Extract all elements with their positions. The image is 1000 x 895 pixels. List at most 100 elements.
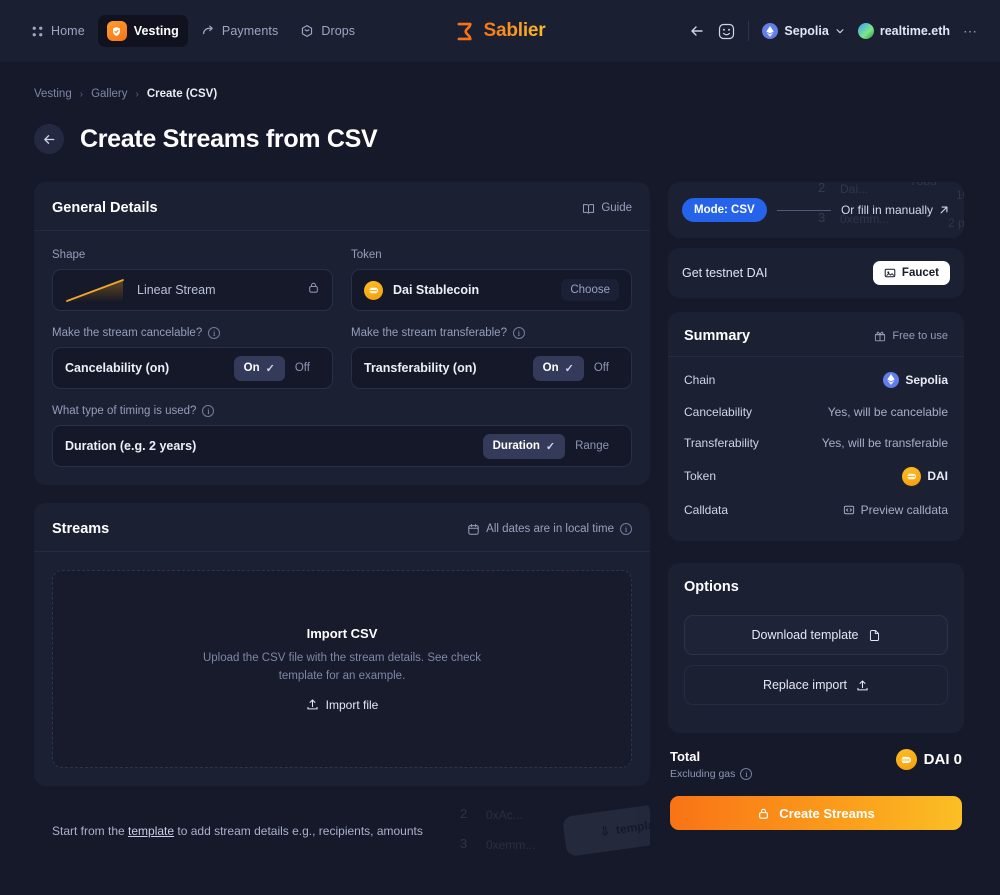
timing-option-range[interactable]: Range	[565, 434, 619, 458]
summary-row-chain: Chain Sepolia	[684, 363, 948, 396]
cancelable-option-off[interactable]: Off	[285, 356, 320, 380]
options-header: Options	[668, 563, 964, 607]
summary-key: Cancelability	[684, 405, 752, 419]
page-header: Create Streams from CSV	[34, 124, 966, 154]
watermark-row-text: 78bu	[910, 182, 937, 188]
smiley-square-icon[interactable]	[718, 23, 735, 40]
grid-icon	[31, 25, 44, 38]
transferable-input: Transferability (on) On ✓ Off	[351, 347, 632, 389]
summary-row-token: Token DAI	[684, 458, 948, 494]
brand-logo[interactable]: Sablier	[455, 20, 546, 42]
token-input[interactable]: Dai Stablecoin Choose	[351, 269, 632, 311]
faucet-label: Get testnet DAI	[682, 266, 767, 280]
import-file-label: Import file	[326, 698, 379, 712]
watermark-row-text: 0xemm...	[486, 838, 535, 852]
page-content: Vesting › Gallery › Create (CSV) Create …	[0, 62, 1000, 862]
breadcrumb-item-vesting[interactable]: Vesting	[34, 88, 72, 100]
summary-row-cancelability: Cancelability Yes, will be cancelable	[684, 396, 948, 427]
info-icon[interactable]: i	[202, 405, 214, 417]
linear-shape-preview-icon	[65, 277, 127, 303]
cancelable-label: Make the stream cancelable? i	[52, 327, 333, 339]
token-label: Token	[351, 249, 632, 261]
options-body: Download template Replace import	[668, 607, 964, 733]
mode-pill[interactable]: Mode: CSV	[682, 198, 767, 222]
csv-dropzone[interactable]: Import CSV Upload the CSV file with the …	[52, 570, 632, 768]
nav-item-label: Home	[51, 24, 85, 38]
template-link[interactable]: template	[128, 824, 174, 838]
faucet-row: Get testnet DAI Faucet	[668, 248, 964, 298]
check-icon: ✓	[546, 440, 555, 453]
preview-calldata-label: Preview calldata	[861, 503, 948, 517]
page-back-button[interactable]	[34, 124, 64, 154]
summary-key: Chain	[684, 373, 715, 387]
total-label: Total	[670, 749, 752, 764]
dai-icon	[902, 467, 921, 486]
nav-item-vesting[interactable]: Vesting	[98, 15, 188, 47]
file-download-icon	[868, 629, 881, 642]
timing-label: What type of timing is used? i	[52, 405, 632, 417]
total-section: Total Excluding gas i	[668, 733, 964, 830]
transferable-option-off[interactable]: Off	[584, 356, 619, 380]
watermark-row-number: 3	[818, 210, 825, 225]
summary-key: Calldata	[684, 503, 728, 517]
download-template-button[interactable]: Download template	[684, 615, 948, 655]
replace-import-label: Replace import	[763, 678, 847, 692]
info-icon[interactable]: i	[208, 327, 220, 339]
transferable-label-text: Make the stream transferable?	[351, 327, 507, 339]
chain-selector[interactable]: Sepolia	[762, 23, 844, 39]
summary-value: DAI	[902, 467, 948, 486]
streams-title: Streams	[52, 521, 109, 537]
timing-label-text: What type of timing is used?	[52, 405, 196, 417]
general-details-header: General Details Guide	[34, 182, 650, 231]
summary-row-transferability: Transferability Yes, will be transferabl…	[684, 427, 948, 458]
app-header: Home Vesting Payments	[0, 0, 1000, 62]
overflow-menu-icon[interactable]: ⋯	[963, 23, 978, 40]
preview-calldata-link[interactable]: Preview calldata	[843, 503, 948, 517]
shape-label: Shape	[52, 249, 333, 261]
info-icon[interactable]: i	[513, 327, 525, 339]
local-time-label: All dates are in local time	[486, 523, 614, 535]
guide-link[interactable]: Guide	[582, 202, 632, 215]
timing-option-duration[interactable]: Duration ✓	[483, 434, 566, 459]
shape-field: Shape	[52, 249, 333, 311]
info-icon[interactable]: i	[620, 523, 632, 535]
upload-icon	[856, 679, 869, 692]
cancelable-segmented-control: On ✓ Off	[234, 356, 320, 381]
faucet-button[interactable]: Faucet	[873, 261, 950, 285]
chain-name: Sepolia	[784, 24, 828, 38]
summary-value: Sepolia	[883, 372, 948, 388]
nav-item-home[interactable]: Home	[22, 18, 94, 44]
import-file-button[interactable]: Import file	[306, 698, 379, 712]
nav-item-label: Payments	[222, 24, 278, 38]
cancelable-label-text: Make the stream cancelable?	[52, 327, 202, 339]
summary-card: Summary Free to use	[668, 312, 964, 541]
wallet-chip[interactable]: realtime.eth	[858, 23, 950, 39]
choose-token-button[interactable]: Choose	[561, 279, 619, 301]
transferable-option-on[interactable]: On ✓	[533, 356, 584, 381]
create-streams-button[interactable]: Create Streams	[670, 796, 962, 830]
watermark-row-text: 2 pa	[948, 216, 964, 230]
fill-in-manually-link[interactable]: Or fill in manually	[841, 203, 950, 217]
nav-item-payments[interactable]: Payments	[192, 18, 287, 44]
cube-icon	[300, 24, 314, 38]
check-icon: ✓	[565, 362, 574, 375]
arrow-loop-icon	[201, 24, 215, 38]
info-icon[interactable]: i	[740, 768, 752, 780]
breadcrumb-item-gallery[interactable]: Gallery	[91, 88, 127, 100]
shield-check-icon	[107, 21, 127, 41]
back-nav-icon[interactable]	[689, 23, 705, 39]
summary-value-text: Yes, will be transferable	[822, 436, 948, 450]
transferable-option-on-label: On	[543, 362, 559, 374]
ethereum-icon	[762, 23, 778, 39]
replace-import-button[interactable]: Replace import	[684, 665, 948, 705]
download-template-label: Download template	[751, 628, 858, 642]
avatar	[858, 23, 874, 39]
nav-item-drops[interactable]: Drops	[291, 18, 364, 44]
token-field: Token Dai Stablecoin Choose	[351, 249, 632, 311]
page-title: Create Streams from CSV	[80, 125, 377, 154]
main-nav: Home Vesting Payments	[22, 15, 364, 47]
cancelable-option-on[interactable]: On ✓	[234, 356, 285, 381]
shape-input[interactable]: Linear Stream	[52, 269, 333, 311]
dropzone-title: Import CSV	[307, 626, 378, 641]
calendar-icon	[467, 523, 480, 536]
